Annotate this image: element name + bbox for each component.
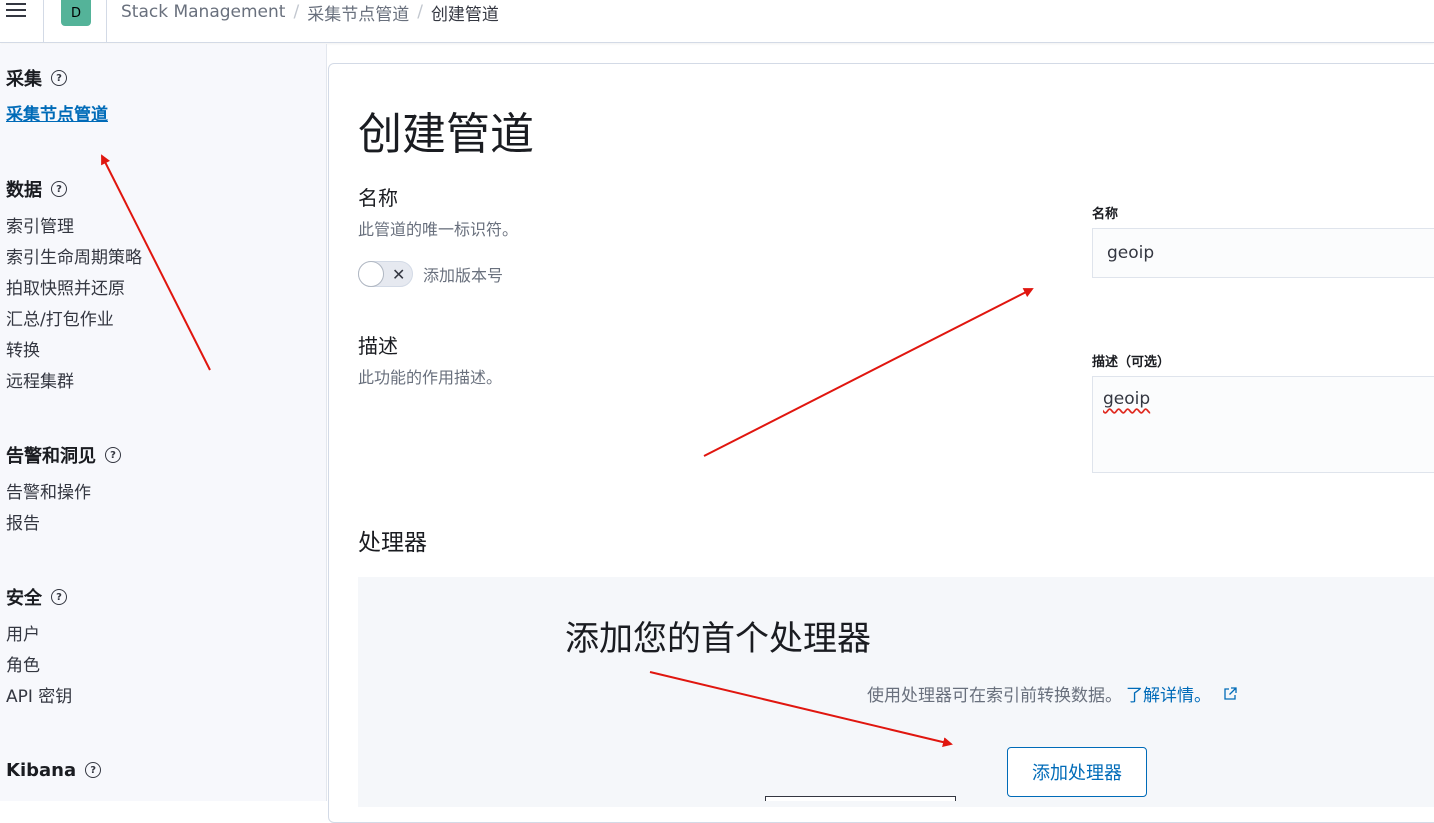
description-section-description: 此功能的作用描述。 — [358, 368, 503, 387]
nav-group-ingest: 采集? 采集节点管道 — [6, 66, 108, 131]
sidebar-item-api-keys[interactable]: API 密钥 — [6, 682, 72, 713]
hamburger-menu-icon[interactable] — [6, 0, 28, 20]
processors-empty-prompt: 添加您的首个处理器 使用处理器可在索引前转换数据。 了解详情。 添加处理器 — [358, 577, 1434, 807]
name-field[interactable] — [1092, 228, 1434, 278]
nav-group-title: 采集 — [6, 69, 42, 90]
help-icon[interactable]: ? — [51, 589, 67, 605]
sidebar-item-ilm-policies[interactable]: 索引生命周期策略 — [6, 243, 142, 274]
header-divider — [43, 0, 44, 43]
space-avatar[interactable]: D — [61, 0, 91, 26]
partial-element — [765, 796, 956, 801]
version-toggle[interactable]: ✕ — [358, 261, 413, 287]
nav-group-title: 告警和洞见 — [6, 446, 96, 467]
version-toggle-label: 添加版本号 — [423, 266, 504, 285]
breadcrumb-create-pipeline: 创建管道 — [430, 4, 499, 25]
sidebar-item-alerts-actions[interactable]: 告警和操作 — [6, 478, 121, 509]
learn-more-link[interactable]: 了解详情。 — [1126, 681, 1211, 706]
nav-group-kibana: Kibana? — [6, 758, 102, 782]
sidebar-item-snapshot-restore[interactable]: 拍取快照并还原 — [6, 274, 142, 305]
nav-group-title: Kibana — [6, 759, 77, 781]
sidebar-item-remote-clusters[interactable]: 远程集群 — [6, 367, 142, 398]
help-icon[interactable]: ? — [51, 70, 67, 86]
empty-prompt-description: 使用处理器可在索引前转换数据。 了解详情。 — [867, 681, 1237, 706]
breadcrumb: Stack Management / 采集节点管道 / 创建管道 — [121, 0, 499, 25]
nav-group-data: 数据? 索引管理 索引生命周期策略 拍取快照并还原 汇总/打包作业 转换 远程集… — [6, 177, 142, 398]
sidebar-item-transforms[interactable]: 转换 — [6, 336, 142, 367]
description-field-label: 描述（可选） — [1092, 355, 1171, 370]
name-field-label: 名称 — [1092, 207, 1119, 222]
nav-group-alerts-insights: 告警和洞见? 告警和操作 报告 — [6, 443, 121, 540]
empty-prompt-title: 添加您的首个处理器 — [565, 619, 871, 659]
help-icon[interactable]: ? — [105, 447, 121, 463]
external-link-icon[interactable] — [1223, 686, 1237, 701]
page-title: 创建管道 — [358, 109, 534, 160]
nav-group-title: 安全 — [6, 588, 42, 609]
toggle-knob — [358, 261, 384, 287]
sidebar-nav: 采集? 采集节点管道 数据? 索引管理 索引生命周期策略 拍取快照并还原 汇总/… — [0, 44, 327, 801]
top-header: D Stack Management / 采集节点管道 / 创建管道 — [0, 0, 1434, 43]
help-icon[interactable]: ? — [51, 181, 67, 197]
sidebar-item-index-management[interactable]: 索引管理 — [6, 212, 142, 243]
description-field[interactable]: geoip — [1092, 376, 1434, 473]
name-section-title: 名称 — [358, 186, 398, 210]
header-divider — [106, 0, 107, 43]
sidebar-item-reporting[interactable]: 报告 — [6, 509, 121, 540]
version-toggle-row: ✕ 添加版本号 — [358, 261, 503, 287]
nav-group-title: 数据 — [6, 180, 42, 201]
breadcrumb-ingest-pipelines[interactable]: 采集节点管道 — [307, 0, 409, 25]
add-processor-button[interactable]: 添加处理器 — [1007, 747, 1147, 797]
sidebar-item-ingest-pipelines[interactable]: 采集节点管道 — [6, 100, 108, 131]
breadcrumb-stack-management[interactable]: Stack Management — [121, 2, 285, 22]
processors-section-title: 处理器 — [358, 530, 427, 556]
breadcrumb-separator: / — [293, 2, 300, 22]
description-section-title: 描述 — [358, 334, 398, 358]
help-icon[interactable]: ? — [85, 762, 102, 778]
empty-prompt-text: 使用处理器可在索引前转换数据。 — [867, 686, 1122, 706]
breadcrumb-separator: / — [417, 2, 423, 22]
name-section-description: 此管道的唯一标识符。 — [358, 220, 519, 239]
close-icon: ✕ — [392, 265, 406, 284]
sidebar-item-rollup-jobs[interactable]: 汇总/打包作业 — [6, 305, 142, 336]
